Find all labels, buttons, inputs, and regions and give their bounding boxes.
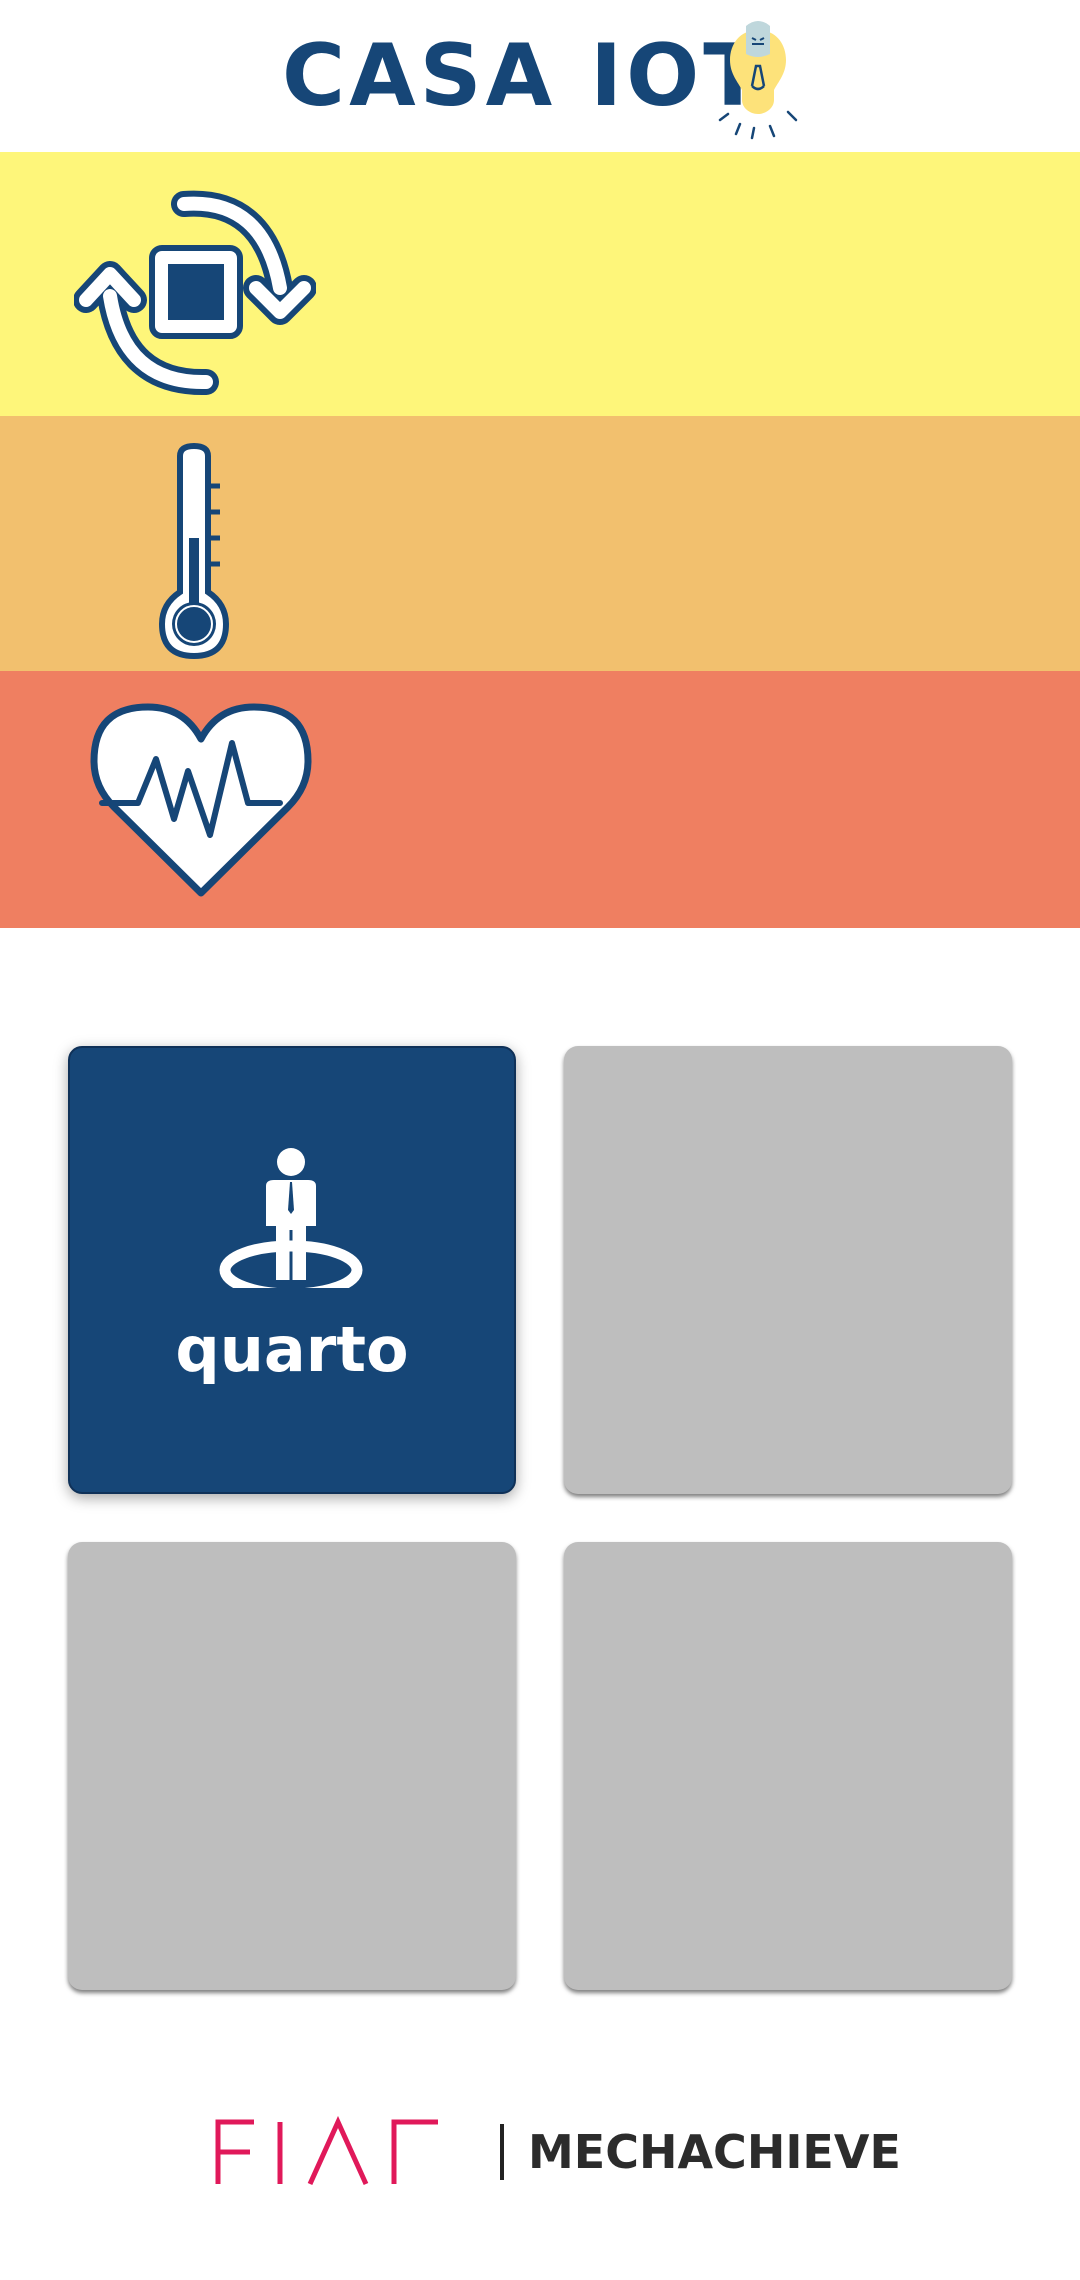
room-tile-3[interactable]	[68, 1542, 516, 1990]
lightbulb-icon	[718, 21, 798, 140]
health-status-band[interactable]	[0, 671, 1080, 928]
temperature-status-band[interactable]	[0, 416, 1080, 671]
sync-status-band[interactable]	[0, 152, 1080, 416]
footer-divider	[500, 2124, 504, 2180]
sync-icon	[74, 190, 316, 396]
app-title: CASA IOT	[282, 26, 766, 126]
app-header: CASA IOT	[0, 0, 1080, 152]
thermometer-icon	[158, 442, 230, 660]
footer-brand: MECHACHIEVE	[528, 2125, 901, 2179]
fiap-logo	[215, 2116, 438, 2186]
room-tile-2[interactable]	[564, 1046, 1012, 1494]
room-tile-4[interactable]	[564, 1542, 1012, 1990]
person-location-icon	[219, 1148, 363, 1288]
heart-pulse-icon	[90, 703, 312, 897]
room-tile-quarto[interactable]: quarto	[68, 1046, 516, 1494]
footer: MECHACHIEVE	[0, 2100, 1080, 2200]
room-label: quarto	[175, 1313, 409, 1386]
